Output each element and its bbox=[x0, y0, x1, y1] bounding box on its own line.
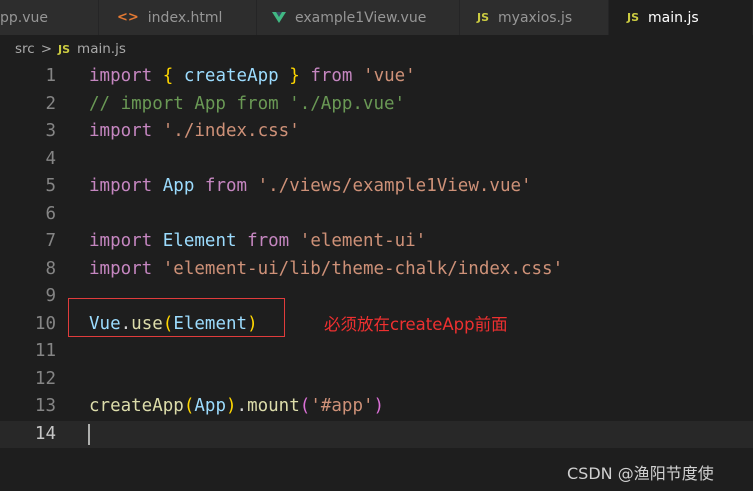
code-line[interactable]: 14 bbox=[0, 420, 753, 448]
code-token: Element bbox=[162, 231, 237, 251]
line-number: 2 bbox=[45, 93, 56, 114]
code-token: import bbox=[89, 176, 153, 196]
code-line[interactable]: 13 createApp(App).mount('#app') bbox=[0, 393, 753, 420]
js-icon: JS bbox=[477, 11, 490, 24]
tab-app-vue[interactable]: pp.vue bbox=[0, 0, 99, 35]
code-token: { bbox=[162, 66, 174, 86]
code-line[interactable]: 4 bbox=[0, 146, 753, 173]
annotation-text: 必须放在createApp前面 bbox=[324, 315, 508, 334]
tab-bar: pp.vue <> index.html example1View.vue JS… bbox=[0, 0, 753, 35]
code-text: import { createApp } from 'vue' bbox=[89, 63, 416, 90]
code-line[interactable]: 2 // import App from './App.vue' bbox=[0, 91, 753, 118]
code-token: . bbox=[236, 396, 248, 416]
code-token: './views/example1View.vue' bbox=[257, 176, 532, 196]
code-token: from bbox=[247, 231, 290, 251]
code-text: import 'element-ui/lib/theme-chalk/index… bbox=[89, 256, 563, 283]
line-number: 5 bbox=[45, 176, 56, 196]
code-token: mount bbox=[247, 396, 300, 416]
breadcrumb: src > JS main.js bbox=[0, 35, 753, 63]
code-text: // import App from './App.vue' bbox=[89, 91, 405, 118]
breadcrumb-folder[interactable]: src bbox=[15, 41, 35, 57]
code-token: './index.css' bbox=[162, 121, 300, 141]
line-number: 1 bbox=[45, 66, 56, 86]
code-token: App bbox=[194, 396, 226, 416]
text-cursor bbox=[88, 423, 90, 445]
tab-label: example1View.vue bbox=[295, 9, 427, 26]
code-line[interactable]: 5 import App from './views/example1View.v… bbox=[0, 173, 753, 200]
code-editor[interactable]: 1 import { createApp } from 'vue' 2 // impo… bbox=[0, 63, 753, 491]
code-line[interactable]: 12 bbox=[0, 366, 753, 393]
line-number: 6 bbox=[45, 203, 56, 224]
html-icon: <> bbox=[117, 10, 139, 25]
code-line[interactable]: 8 import 'element-ui/lib/theme-chalk/inde… bbox=[0, 256, 753, 283]
code-token: ) bbox=[373, 396, 385, 416]
line-number: 9 bbox=[45, 286, 56, 306]
code-token: ) bbox=[225, 396, 237, 416]
code-line[interactable]: 1 import { createApp } from 'vue' bbox=[0, 63, 753, 90]
tab-myaxios-js[interactable]: JS myaxios.js bbox=[460, 0, 609, 35]
tab-label: pp.vue bbox=[0, 9, 48, 26]
code-token: from bbox=[204, 176, 248, 196]
code-line[interactable]: 3 import './index.css' bbox=[0, 118, 753, 145]
code-token: '#app' bbox=[310, 396, 374, 416]
code-token: 'element-ui/lib/theme-chalk/index.css' bbox=[162, 258, 564, 279]
code-line[interactable]: 11 bbox=[0, 338, 753, 365]
tab-label: myaxios.js bbox=[498, 9, 573, 26]
code-token: App bbox=[162, 176, 195, 196]
code-token: } bbox=[289, 66, 300, 86]
line-number: 10 bbox=[34, 313, 56, 334]
code-text: import Element from 'element-ui' bbox=[89, 228, 426, 255]
breadcrumb-file[interactable]: main.js bbox=[77, 41, 126, 57]
code-token: import bbox=[89, 258, 153, 279]
line-number: 8 bbox=[45, 258, 56, 279]
code-token: import bbox=[89, 66, 153, 86]
line-number: 14 bbox=[34, 423, 56, 444]
js-icon: JS bbox=[627, 11, 640, 24]
code-token: ( bbox=[299, 396, 311, 416]
tab-index-html[interactable]: <> index.html bbox=[99, 0, 257, 35]
chevron-right-icon: > bbox=[40, 41, 53, 57]
code-token: from bbox=[310, 66, 353, 86]
line-number: 11 bbox=[34, 341, 56, 361]
code-token: import bbox=[89, 231, 153, 251]
annotation-box bbox=[68, 298, 285, 337]
line-number: 3 bbox=[45, 121, 56, 141]
code-token: createApp bbox=[183, 66, 279, 86]
tab-label: main.js bbox=[648, 9, 699, 26]
line-number: 12 bbox=[34, 368, 56, 389]
line-number: 7 bbox=[45, 231, 56, 251]
line-number: 4 bbox=[45, 148, 56, 169]
watermark: CSDN @渔阳节度使 bbox=[567, 464, 714, 483]
code-text: import App from './views/example1View.vu… bbox=[89, 173, 532, 200]
code-token: ( bbox=[183, 396, 195, 416]
tab-example1view-vue[interactable]: example1View.vue bbox=[257, 0, 460, 35]
code-token: import bbox=[89, 121, 153, 141]
code-line[interactable]: 6 bbox=[0, 201, 753, 228]
line-number: 13 bbox=[34, 396, 56, 416]
code-text: import './index.css' bbox=[89, 118, 300, 145]
tab-main-js[interactable]: JS main.js bbox=[609, 0, 753, 35]
vue-icon bbox=[272, 12, 286, 23]
code-token: 'vue' bbox=[363, 66, 416, 86]
code-text: createApp(App).mount('#app') bbox=[89, 393, 384, 420]
code-token: // import App from './App.vue' bbox=[89, 93, 406, 114]
tab-label: index.html bbox=[147, 9, 223, 26]
code-token: createApp bbox=[89, 396, 184, 416]
code-token: 'element-ui' bbox=[299, 231, 427, 251]
js-icon: JS bbox=[58, 42, 71, 56]
code-line[interactable]: 7 import Element from 'element-ui' bbox=[0, 228, 753, 255]
